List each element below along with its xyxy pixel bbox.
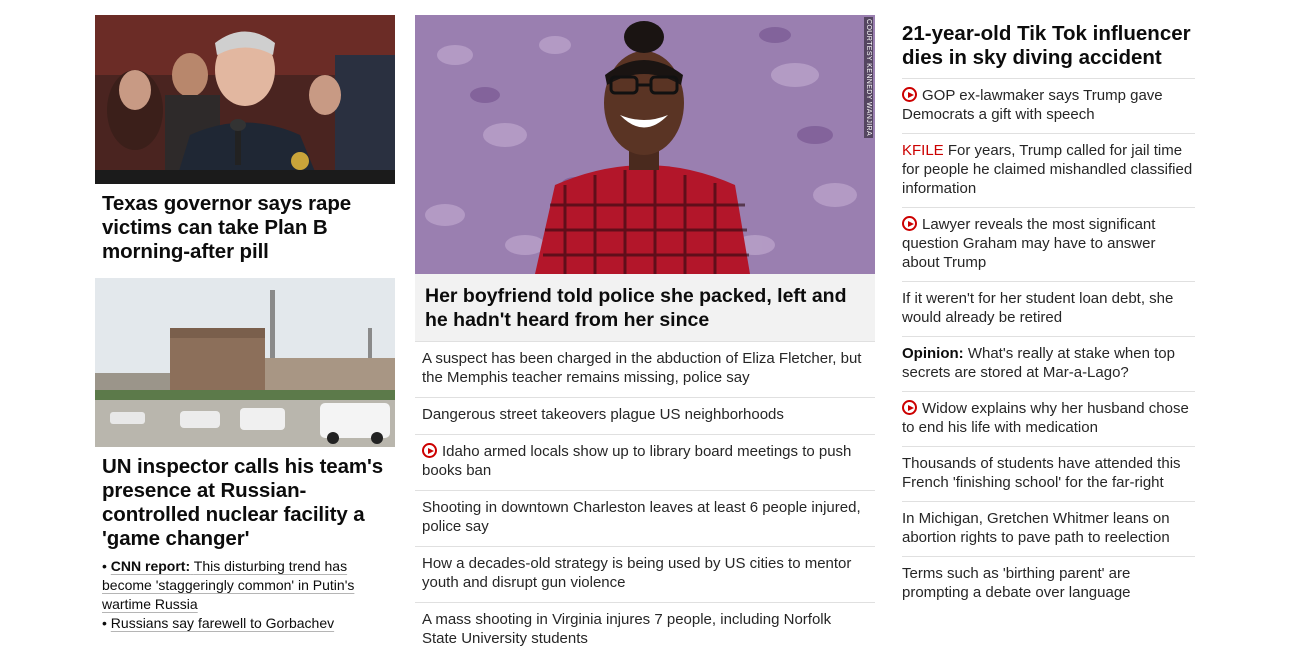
play-circle-icon (902, 87, 917, 102)
play-circle-icon (422, 443, 437, 458)
hero-headline[interactable]: Her boyfriend told police she packed, le… (415, 274, 875, 341)
bullet: • (102, 558, 107, 574)
story-image[interactable] (95, 278, 395, 447)
left-column: Texas governor says rape victims can tak… (95, 15, 395, 631)
headline-list-item[interactable]: A mass shooting in Virginia injures 7 pe… (415, 602, 875, 655)
related-link-item[interactable]: • CNN report: This disturbing trend has … (102, 557, 388, 614)
story-card-un-inspector[interactable]: UN inspector calls his team's presence a… (95, 278, 395, 633)
headline-list-item[interactable]: In Michigan, Gretchen Whitmer leans on a… (902, 501, 1195, 556)
bullet: • (102, 615, 107, 631)
play-circle-icon (902, 216, 917, 231)
headline-text: Lawyer reveals the most significant ques… (902, 216, 1156, 271)
story-headline[interactable]: UN inspector calls his team's presence a… (95, 447, 395, 551)
woman-autumn-leaves-illustration (415, 15, 875, 274)
headline-text: Widow explains why her husband chose to … (902, 400, 1189, 436)
governor-photo-illustration (95, 15, 395, 184)
headline-list-item[interactable]: Widow explains why her husband chose to … (902, 391, 1195, 446)
photo-credit: COURTESY KENNEDY WANJIRA (864, 17, 873, 139)
label-prefix: CNN report: (110, 558, 191, 574)
headline-text: For years, Trump called for jail time fo… (902, 142, 1193, 197)
headline-list-item[interactable]: Opinion: What's really at stake when top… (902, 336, 1195, 391)
nuclear-plant-photo-illustration (95, 278, 395, 447)
middle-column: COURTESY KENNEDY WANJIRA Her boyfriend t… (415, 15, 875, 655)
related-links: • CNN report: This disturbing trend has … (95, 551, 395, 633)
headline-list-item[interactable]: KFILE For years, Trump called for jail t… (902, 133, 1195, 207)
play-circle-icon (902, 400, 917, 415)
kfile-label: KFILE (902, 142, 944, 159)
headline-list-item[interactable]: A suspect has been charged in the abduct… (415, 341, 875, 397)
headline-list: GOP ex-lawmaker says Trump gave Democrat… (902, 78, 1195, 611)
related-link-text[interactable]: CNN report: This disturbing trend has be… (102, 558, 354, 612)
story-card-texas-governor[interactable]: Texas governor says rape victims can tak… (95, 15, 395, 264)
headline-list-item[interactable]: Terms such as 'birthing parent' are prom… (902, 556, 1195, 611)
headline-list-item[interactable]: Shooting in downtown Charleston leaves a… (415, 490, 875, 546)
related-link-text[interactable]: Russians say farewell to Gorbachev (111, 615, 334, 631)
headline-list-item[interactable]: Thousands of students have attended this… (902, 446, 1195, 501)
right-column: 21-year-old Tik Tok influencer dies in s… (902, 22, 1195, 611)
headline-list-item[interactable]: Idaho armed locals show up to library bo… (415, 434, 875, 490)
headline-list-item[interactable]: If it weren't for her student loan debt,… (902, 281, 1195, 336)
headline-text: Idaho armed locals show up to library bo… (422, 443, 852, 479)
story-image[interactable] (95, 15, 395, 184)
headline-list-item[interactable]: Dangerous street takeovers plague US nei… (415, 397, 875, 434)
headline-list-item[interactable]: GOP ex-lawmaker says Trump gave Democrat… (902, 78, 1195, 133)
opinion-label: Opinion: (902, 345, 964, 362)
story-headline[interactable]: Texas governor says rape victims can tak… (95, 184, 395, 264)
headline-list-item[interactable]: Lawyer reveals the most significant ques… (902, 207, 1195, 281)
headline-text: GOP ex-lawmaker says Trump gave Democrat… (902, 87, 1163, 123)
lead-headline[interactable]: 21-year-old Tik Tok influencer dies in s… (902, 22, 1195, 78)
hero-image[interactable]: COURTESY KENNEDY WANJIRA (415, 15, 875, 274)
headline-list: A suspect has been charged in the abduct… (415, 341, 875, 655)
headline-list-item[interactable]: How a decades-old strategy is being used… (415, 546, 875, 602)
related-link-item[interactable]: • Russians say farewell to Gorbachev (102, 614, 388, 633)
